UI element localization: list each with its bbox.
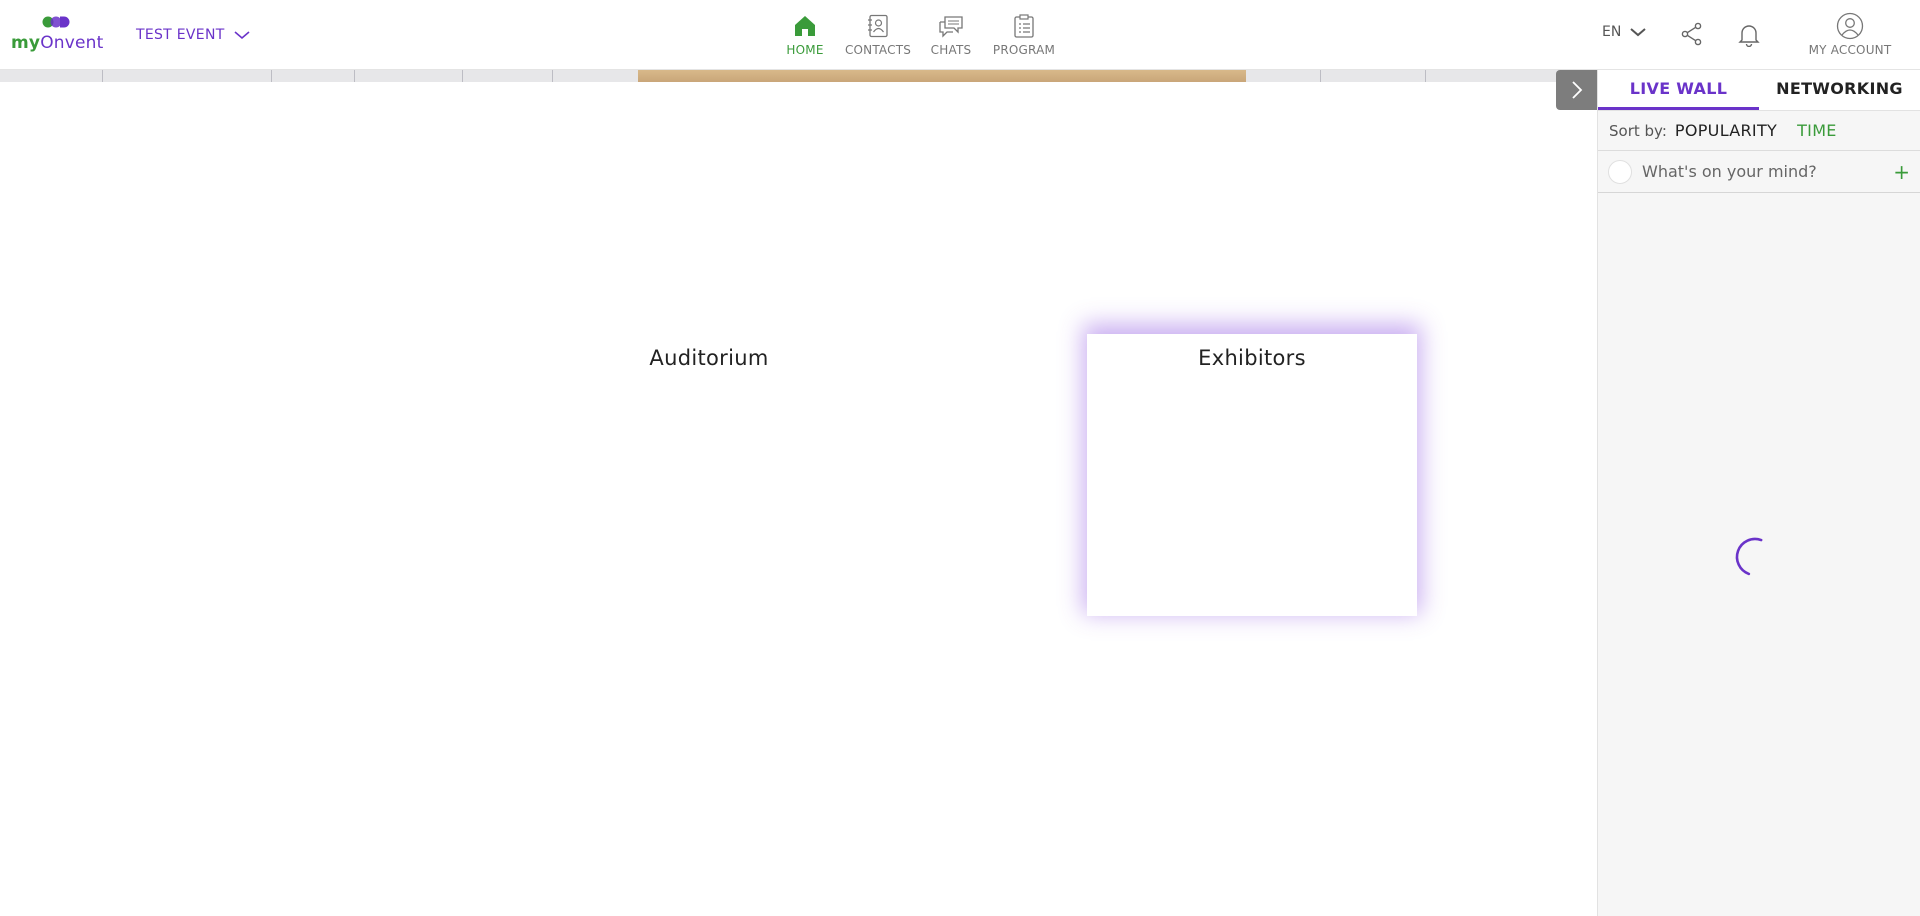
nav-home-label: HOME (786, 43, 824, 57)
myonvent-logo[interactable]: myOnvent (11, 15, 111, 59)
logo-onvent: Onvent (40, 33, 104, 53)
event-selector-label: TEST EVENT (136, 27, 225, 43)
chats-icon (937, 12, 965, 40)
bg-line (462, 70, 463, 82)
contacts-icon (864, 12, 892, 40)
add-post-icon[interactable]: + (1893, 160, 1910, 184)
lobby-area: Auditorium Exhibitors (0, 82, 1597, 916)
logo-my: my (11, 33, 41, 53)
nav-chats-label: CHATS (930, 43, 972, 57)
bg-line (1320, 70, 1321, 82)
language-selector[interactable]: EN (1602, 24, 1647, 40)
home-icon (791, 12, 819, 40)
bg-line (354, 70, 355, 82)
sort-label: Sort by: (1609, 121, 1667, 140)
room-title: Auditorium (649, 346, 769, 370)
main-nav: HOME CONTACTS CHATS PROGRAM (770, 12, 1062, 62)
collapse-panel-button[interactable] (1556, 70, 1597, 110)
tab-live-wall[interactable]: LIVE WALL (1598, 70, 1759, 110)
my-account-label: MY ACCOUNT (1808, 43, 1892, 57)
program-icon (1010, 12, 1038, 40)
chevron-down-icon (234, 31, 250, 40)
my-account-button[interactable]: MY ACCOUNT (1800, 12, 1900, 57)
sort-time[interactable]: TIME (1797, 121, 1837, 140)
room-exhibitors[interactable]: Exhibitors (1087, 334, 1417, 616)
bg-line (552, 70, 553, 82)
panel-tabs: LIVE WALL NETWORKING (1598, 70, 1920, 111)
lobby-floor (638, 70, 1246, 82)
nav-contacts-label: CONTACTS (844, 43, 912, 57)
user-icon (1836, 12, 1864, 40)
bg-line (102, 70, 103, 82)
post-composer: + (1598, 151, 1920, 193)
live-wall-panel: LIVE WALL NETWORKING Sort by: POPULARITY… (1597, 70, 1920, 916)
logo-text: myOnvent (11, 33, 104, 53)
tab-networking[interactable]: NETWORKING (1759, 70, 1920, 110)
nav-chats[interactable]: CHATS (916, 12, 986, 62)
avatar (1608, 159, 1632, 184)
loading-spinner-icon (1735, 537, 1763, 576)
bg-line (271, 70, 272, 82)
chevron-down-icon (1630, 28, 1646, 37)
share-icon[interactable] (1679, 21, 1707, 49)
top-header: myOnvent TEST EVENT HOME CONTACTS CHATS (0, 0, 1920, 70)
event-selector[interactable]: TEST EVENT (136, 27, 251, 43)
sort-popularity[interactable]: POPULARITY (1675, 121, 1777, 140)
sort-bar: Sort by: POPULARITY TIME (1598, 111, 1920, 151)
post-input[interactable] (1642, 162, 1894, 181)
notifications-bell-icon[interactable] (1736, 21, 1764, 49)
room-title: Exhibitors (1198, 346, 1306, 370)
room-auditorium[interactable]: Auditorium (544, 334, 874, 616)
chevron-right-icon (1571, 81, 1582, 99)
lobby-background-image (0, 70, 1597, 82)
language-label: EN (1602, 24, 1622, 40)
nav-program-label: PROGRAM (992, 43, 1056, 57)
nav-program[interactable]: PROGRAM (989, 12, 1059, 62)
nav-home[interactable]: HOME (770, 12, 840, 62)
logo-mark-icon (42, 16, 70, 28)
bg-line (1425, 70, 1426, 82)
nav-contacts[interactable]: CONTACTS (843, 12, 913, 62)
